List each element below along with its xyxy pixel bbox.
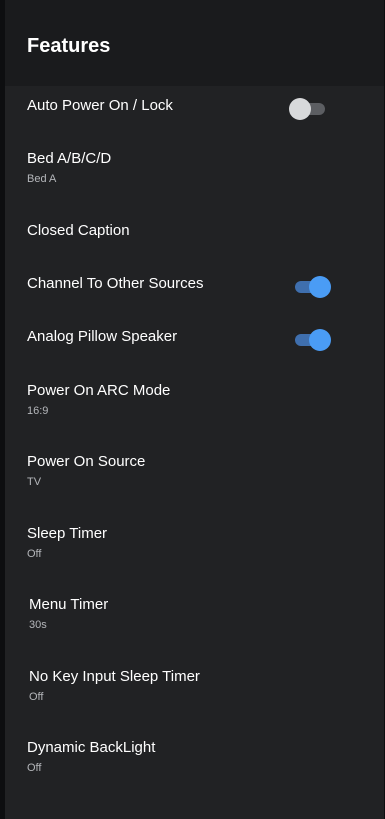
setting-value: Bed A: [27, 173, 57, 185]
page-title: Features: [27, 35, 111, 57]
setting-label: Closed Caption: [27, 222, 130, 239]
setting-label: Menu Timer: [29, 596, 109, 613]
setting-label: Bed A/B/C/D: [27, 150, 112, 167]
setting-label: Power On ARC Mode: [27, 382, 171, 399]
setting-label: Channel To Other Sources: [27, 275, 204, 292]
channel-to-other-sources-toggle[interactable]: [289, 276, 331, 298]
toggle-thumb: [289, 98, 311, 120]
features-panel: Features Auto Power On / Lock Bed A/B/C/…: [5, 0, 384, 819]
setting-label: Power On Source: [27, 453, 146, 470]
setting-value: Off: [27, 548, 42, 560]
analog-pillow-speaker-toggle[interactable]: [289, 329, 331, 351]
setting-label: No Key Input Sleep Timer: [29, 668, 200, 685]
setting-value: 30s: [29, 619, 47, 631]
setting-value: Off: [27, 762, 42, 774]
panel-header: Features: [5, 0, 384, 86]
setting-label: Sleep Timer: [27, 525, 108, 542]
toggle-thumb: [309, 329, 331, 351]
setting-value: TV: [27, 476, 42, 488]
setting-label: Dynamic BackLight: [27, 739, 156, 756]
auto-power-on-lock-toggle[interactable]: [289, 98, 331, 120]
toggle-thumb: [309, 276, 331, 298]
setting-value: Off: [29, 691, 44, 703]
setting-label: Auto Power On / Lock: [27, 97, 173, 114]
setting-label: Analog Pillow Speaker: [27, 328, 178, 345]
setting-value: 16:9: [27, 405, 49, 417]
